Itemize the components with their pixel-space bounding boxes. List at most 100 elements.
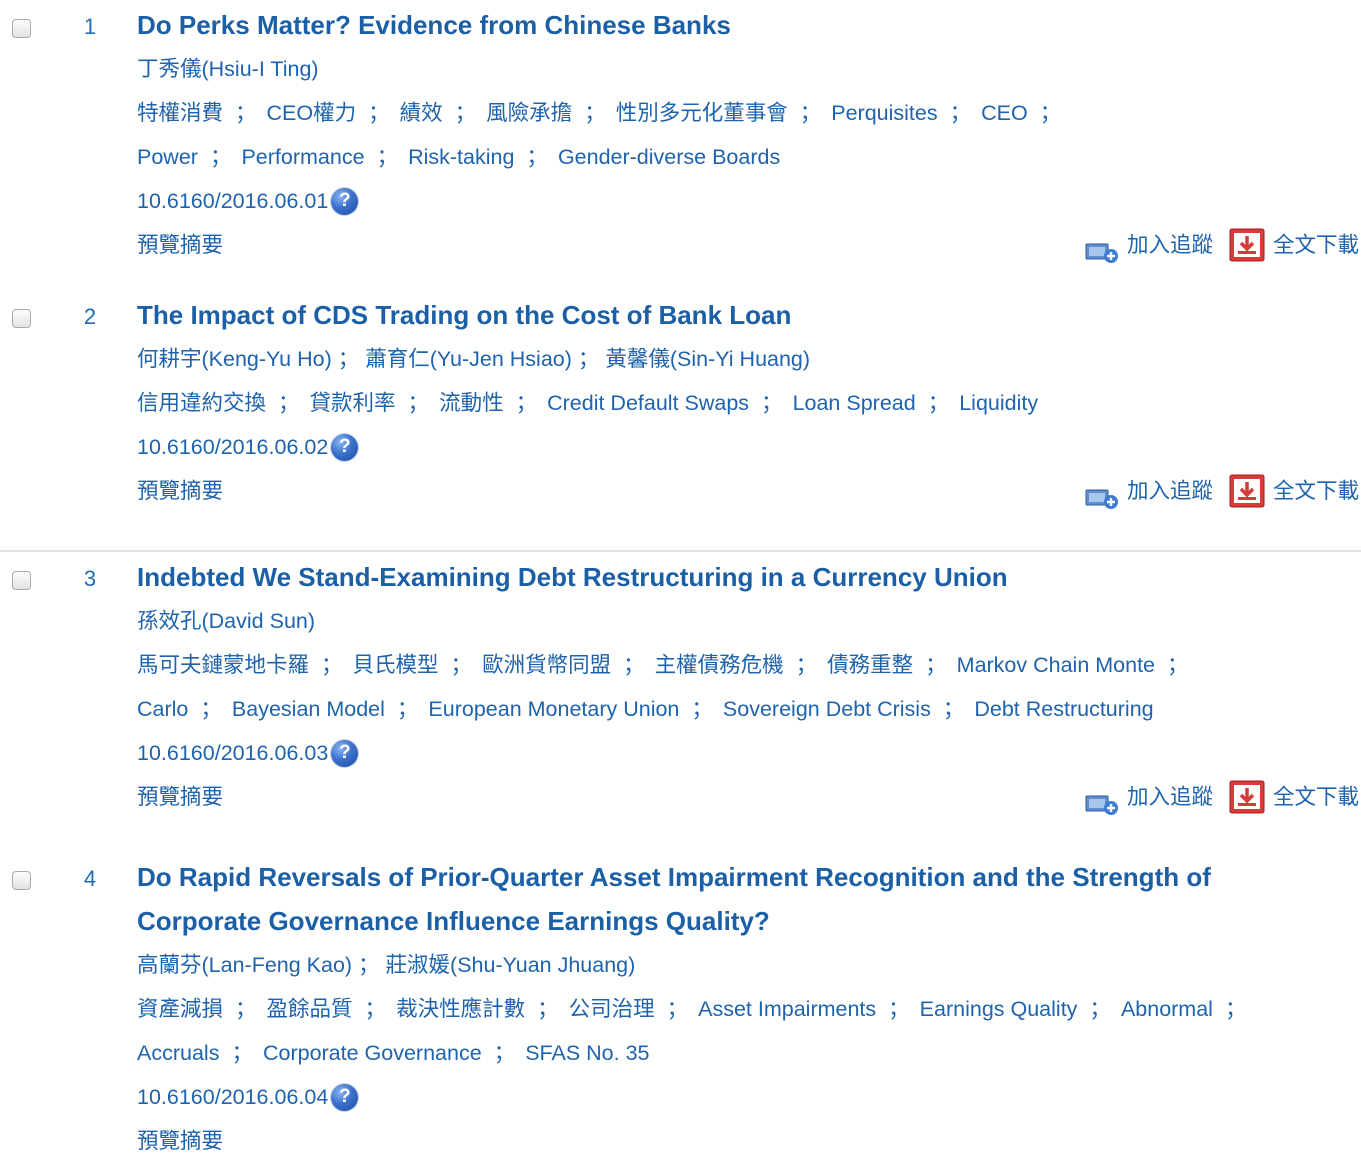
keyword-link[interactable]: 債務重整 (827, 653, 913, 677)
article-actions: 加入追蹤 全文下載 (1085, 223, 1359, 267)
keyword-link[interactable]: 資產減損 (137, 997, 223, 1021)
keyword-link[interactable]: Performance (241, 145, 364, 169)
keyword-link[interactable]: European Monetary Union (428, 697, 679, 721)
fulltext-download-label: 全文下載 (1272, 479, 1359, 503)
article-actions: 加入追蹤 全文下載 (1085, 775, 1359, 819)
keyword-link[interactable]: Credit Default Swaps (547, 391, 749, 415)
add-tracking-icon (1085, 234, 1119, 263)
article-number: 3 (83, 566, 97, 591)
article-authors[interactable]: 丁秀儀(Hsiu-I Ting) (137, 47, 1361, 91)
keyword-separator: ； (925, 653, 947, 677)
article-actions: 加入追蹤 全文下載 (1085, 469, 1359, 513)
doi-link[interactable]: 10.6160/2016.06.01 (137, 179, 328, 223)
keyword-separator: ； (623, 653, 645, 677)
keyword-link[interactable]: Asset Impairments (698, 997, 876, 1021)
keyword-link[interactable]: Power (137, 145, 198, 169)
article-title-link[interactable]: Do Perks Matter? Evidence from Chinese B… (137, 3, 1361, 47)
keyword-separator: ； (888, 997, 910, 1021)
keyword-link[interactable]: Corporate Governance (263, 1041, 482, 1065)
keyword-link[interactable]: Earnings Quality (920, 997, 1078, 1021)
keyword-link[interactable]: 貝氏模型 (353, 653, 439, 677)
keyword-separator: ； (321, 653, 343, 677)
keyword-separator: ； (949, 101, 972, 125)
preview-abstract-link[interactable]: 預覽摘要 (137, 479, 223, 503)
keyword-link[interactable]: 公司治理 (569, 997, 655, 1021)
keyword-link[interactable]: 信用違約交換 (137, 391, 266, 415)
help-icon[interactable]: ? (331, 187, 359, 215)
keyword-link[interactable]: 績效 (400, 101, 443, 125)
keyword-link[interactable]: 裁決性應計數 (396, 997, 525, 1021)
doi-link[interactable]: 10.6160/2016.06.02 (137, 425, 328, 469)
article-number: 4 (83, 866, 97, 891)
keyword-line: 資產減損 ； 盈餘品質 ； 裁決性應計數 ； 公司治理 ； Asset Impairments ；… (137, 987, 1361, 1031)
select-checkbox[interactable] (12, 571, 31, 590)
article-title-link[interactable]: Indebted We Stand-Examining Debt Restruc… (137, 555, 1361, 599)
keyword-link[interactable]: SFAS No. 35 (525, 1041, 649, 1065)
fulltext-download-button[interactable]: 全文下載 (1229, 469, 1359, 513)
keyword-separator: ； (537, 997, 559, 1021)
keyword-separator: ； (209, 145, 232, 169)
keyword-link[interactable]: 馬可夫鏈蒙地卡羅 (137, 653, 309, 677)
keyword-link[interactable]: 盈餘品質 (267, 997, 353, 1021)
keyword-line: Accruals ； Corporate Governance ； SFAS No. 3… (137, 1031, 1361, 1075)
article-authors[interactable]: 高蘭芬(Lan-Feng Kao) ； 莊淑媛(Shu-Yuan Jhuang) (137, 943, 1361, 987)
article-title-link[interactable]: Corporate Governance Influence Earnings … (137, 899, 1361, 943)
keyword-link[interactable]: Perquisites (831, 101, 937, 125)
keyword-link[interactable]: CEO (981, 101, 1028, 125)
keyword-separator: ； (666, 997, 689, 1021)
select-checkbox[interactable] (12, 871, 31, 890)
keyword-link[interactable]: Abnormal (1121, 997, 1213, 1021)
select-checkbox[interactable] (12, 309, 31, 328)
fulltext-download-label: 全文下載 (1272, 233, 1359, 257)
keyword-link[interactable]: Carlo (137, 697, 188, 721)
help-icon[interactable]: ? (331, 739, 359, 767)
keyword-link[interactable]: 歐洲貨幣同盟 (482, 653, 611, 677)
keyword-link[interactable]: 風險承擔 (486, 101, 572, 125)
doi-link[interactable]: 10.6160/2016.06.04 (137, 1075, 328, 1119)
keyword-link[interactable]: Bayesian Model (232, 697, 385, 721)
fulltext-download-button[interactable]: 全文下載 (1229, 223, 1359, 267)
keyword-link[interactable]: Markov Chain Monte (957, 653, 1155, 677)
keyword-link[interactable]: 貸款利率 (310, 391, 396, 415)
keyword-separator: ； (407, 391, 430, 415)
keyword-link[interactable]: 性別多元化董事會 (616, 101, 788, 125)
keyword-separator: ； (1224, 997, 1247, 1021)
keyword-separator: ； (231, 1041, 253, 1065)
preview-abstract-link[interactable]: 預覽摘要 (137, 1129, 223, 1153)
add-tracking-label: 加入追蹤 (1126, 785, 1213, 809)
keyword-link[interactable]: 流動性 (439, 391, 504, 415)
article-number: 2 (83, 304, 97, 329)
keyword-separator: ； (1167, 653, 1189, 677)
keyword-link[interactable]: Sovereign Debt Crisis (723, 697, 931, 721)
select-checkbox[interactable] (12, 19, 31, 38)
keyword-link[interactable]: 主權債務危機 (655, 653, 784, 677)
keyword-separator: ； (493, 1041, 516, 1065)
keyword-separator: ； (1089, 997, 1111, 1021)
article-authors[interactable]: 何耕宇(Keng-Yu Ho) ； 蕭育仁(Yu-Jen Hsiao) ； 黃馨… (137, 337, 1361, 381)
keyword-link[interactable]: Gender-diverse Boards (558, 145, 780, 169)
fulltext-download-button[interactable]: 全文下載 (1229, 775, 1359, 819)
keyword-separator: ； (526, 145, 548, 169)
preview-abstract-link[interactable]: 預覽摘要 (137, 233, 223, 257)
keyword-link[interactable]: CEO權力 (267, 101, 357, 125)
article-authors[interactable]: 孫效孔(David Sun) (137, 599, 1361, 643)
keyword-line: Carlo ； Bayesian Model ； European Monetary U… (137, 687, 1361, 731)
keyword-link[interactable]: Debt Restructuring (974, 697, 1153, 721)
add-tracking-button[interactable]: 加入追蹤 (1085, 223, 1213, 267)
add-tracking-button[interactable]: 加入追蹤 (1085, 775, 1213, 819)
article-item: 2 The Impact of CDS Trading on the Cost o… (0, 290, 1361, 552)
preview-abstract-link[interactable]: 預覽摘要 (137, 785, 223, 809)
help-icon[interactable]: ? (331, 433, 359, 461)
article-title-link[interactable]: Do Rapid Reversals of Prior-Quarter Asse… (137, 855, 1361, 899)
add-tracking-button[interactable]: 加入追蹤 (1085, 469, 1213, 513)
doi-row: 10.6160/2016.06.02? (137, 425, 359, 469)
article-title-link[interactable]: The Impact of CDS Trading on the Cost of… (137, 293, 1361, 337)
doi-link[interactable]: 10.6160/2016.06.03 (137, 731, 328, 775)
keyword-link[interactable]: 特權消費 (137, 101, 223, 125)
help-icon[interactable]: ? (331, 1083, 359, 1111)
keyword-link[interactable]: Risk-taking (408, 145, 514, 169)
keyword-link[interactable]: Loan Spread (793, 391, 916, 415)
keyword-link[interactable]: Liquidity (959, 391, 1038, 415)
article-item: 1 Do Perks Matter? Evidence from Chinese … (0, 0, 1361, 290)
keyword-link[interactable]: Accruals (137, 1041, 219, 1065)
